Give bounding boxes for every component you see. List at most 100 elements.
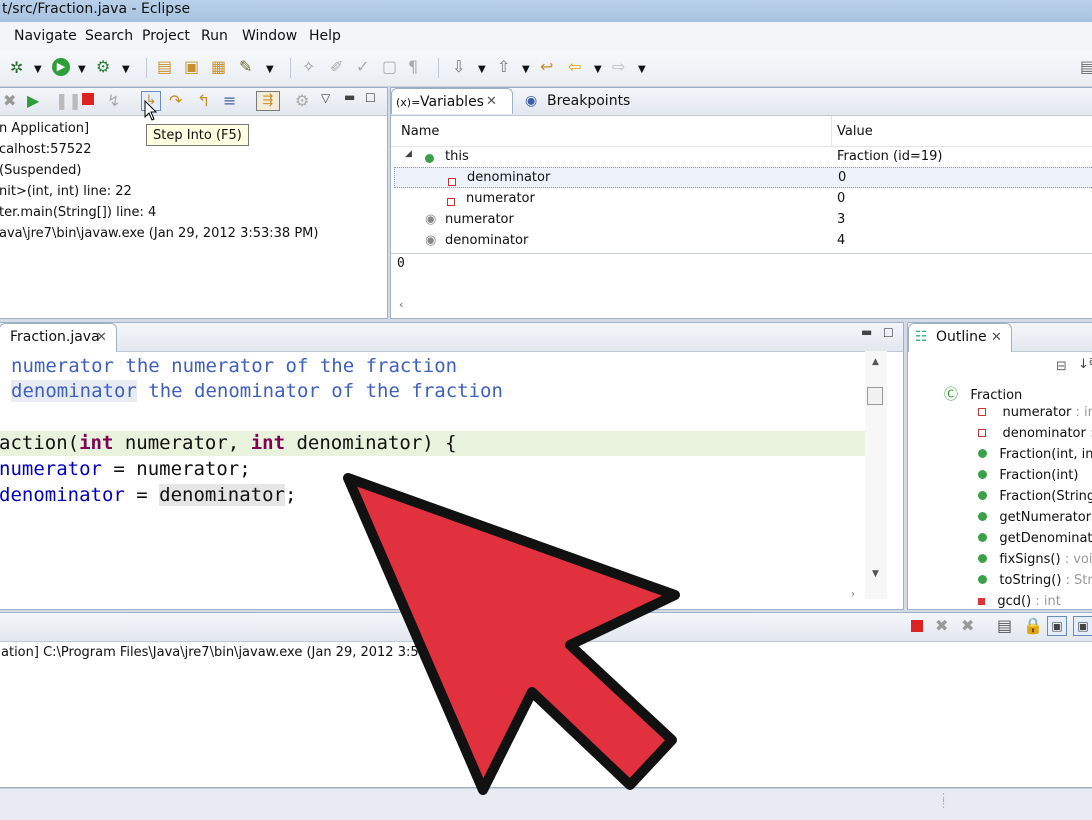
disconnect-icon[interactable]: ↯ bbox=[107, 93, 120, 109]
debug-tree-item[interactable]: n Application] bbox=[0, 121, 89, 136]
table-row[interactable]: denominator 0 bbox=[394, 167, 1092, 188]
remove-all-icon[interactable]: ✖ bbox=[961, 618, 974, 634]
list-item[interactable]: numerator : in bbox=[978, 405, 1092, 420]
list-item[interactable]: Fraction(String bbox=[978, 489, 1092, 504]
pen-icon[interactable]: ✐ bbox=[330, 59, 343, 75]
block-icon[interactable]: ▢ bbox=[382, 59, 397, 75]
collapse-all-icon[interactable]: ⊟ bbox=[1056, 359, 1067, 374]
list-item[interactable]: Ⓒ Fraction bbox=[944, 384, 1022, 404]
debug-tree-item[interactable]: ava\jre7\bin\javaw.exe (Jan 29, 2012 3:5… bbox=[0, 226, 318, 241]
close-icon[interactable]: ✕ bbox=[96, 330, 107, 345]
table-row[interactable]: ◢ this Fraction (id=19) bbox=[391, 146, 1091, 167]
chevron-down-icon[interactable]: ▼ bbox=[266, 62, 274, 78]
terminate-icon[interactable] bbox=[911, 620, 923, 632]
list-item[interactable]: fixSigns() : voic bbox=[978, 552, 1092, 567]
next-annotation-icon[interactable]: ⇩ bbox=[452, 59, 465, 75]
detail-pane[interactable]: 0 bbox=[397, 256, 405, 271]
scroll-down-icon[interactable]: ▼ bbox=[872, 569, 879, 579]
tab-breakpoints[interactable]: ◉ Breakpoints bbox=[519, 88, 630, 114]
table-row[interactable]: ◉ denominator 4 bbox=[391, 230, 1091, 251]
chevron-down-icon[interactable]: ▽ bbox=[321, 91, 330, 105]
scrollbar-thumb[interactable] bbox=[867, 387, 883, 405]
maximize-icon[interactable]: ☐ bbox=[365, 91, 376, 105]
remove-launch-icon[interactable]: ✖ bbox=[935, 618, 948, 634]
chevron-down-icon[interactable]: ▼ bbox=[638, 62, 646, 78]
debug-tree-item[interactable]: (Suspended) bbox=[0, 163, 81, 178]
drop-to-frame-icon[interactable]: ≡ bbox=[223, 93, 236, 109]
menu-project[interactable]: Project bbox=[142, 28, 190, 44]
menu-help[interactable]: Help bbox=[309, 28, 341, 44]
paragraph-icon[interactable]: ¶ bbox=[408, 59, 418, 75]
tab-variables[interactable]: (x)= Variables ✕ bbox=[391, 88, 513, 114]
scroll-up-icon[interactable]: ▲ bbox=[872, 357, 879, 367]
new-project-icon[interactable]: ▤ bbox=[157, 59, 172, 75]
clear-console-icon[interactable]: ▤ bbox=[997, 618, 1012, 634]
code-line[interactable]: numerator the numerator of the fraction bbox=[11, 355, 457, 377]
step-filters-icon[interactable]: ⇶ bbox=[256, 91, 280, 111]
menu-window[interactable]: Window bbox=[242, 28, 297, 44]
chevron-down-icon[interactable]: ▼ bbox=[522, 62, 530, 78]
scroll-right-icon[interactable]: › bbox=[851, 589, 855, 600]
scroll-left-icon[interactable]: ‹ bbox=[399, 298, 403, 311]
list-item[interactable]: gcd() : int bbox=[978, 594, 1061, 609]
code-line[interactable]: denominator the denominator of the fract… bbox=[11, 380, 503, 402]
list-item[interactable]: denominator : bbox=[978, 426, 1092, 441]
pin-console-icon[interactable]: ▣ bbox=[1047, 616, 1067, 636]
code-line[interactable]: numerator = numerator; bbox=[0, 458, 251, 480]
menu-search[interactable]: Search bbox=[85, 28, 133, 44]
debug-tree-item[interactable]: nit>(int, int) line: 22 bbox=[0, 184, 132, 199]
close-icon[interactable]: ✕ bbox=[991, 330, 1002, 345]
maximize-icon[interactable]: ☐ bbox=[883, 326, 894, 340]
chevron-down-icon[interactable]: ▼ bbox=[122, 62, 130, 78]
code-line[interactable]: denominator = denominator; bbox=[0, 484, 296, 506]
list-item[interactable]: Fraction(int, in bbox=[978, 447, 1092, 462]
back-icon[interactable]: ⇦ bbox=[568, 59, 581, 75]
suspend-icon[interactable]: ❚❚ bbox=[55, 93, 82, 109]
menu-run[interactable]: Run bbox=[201, 28, 228, 44]
table-row[interactable]: ◉ numerator 3 bbox=[391, 209, 1091, 230]
debug-icon[interactable]: ✲ bbox=[10, 60, 23, 76]
sort-icon[interactable]: ↓ª bbox=[1078, 357, 1092, 372]
resume-icon[interactable]: ▶ bbox=[27, 93, 39, 109]
expand-icon[interactable]: ◢ bbox=[405, 149, 412, 159]
tab-outline[interactable]: ☷ Outline ✕ bbox=[908, 323, 1012, 352]
tab-fraction-java[interactable]: Fraction.java ✕ bbox=[0, 323, 117, 352]
run-icon[interactable]: ▶ bbox=[52, 58, 70, 76]
minimize-icon[interactable]: ▬ bbox=[344, 90, 355, 104]
list-item[interactable]: getDenominat bbox=[978, 531, 1092, 546]
external-tools-icon[interactable]: ⚙ bbox=[96, 59, 110, 75]
step-return-icon[interactable]: ↰ bbox=[197, 93, 210, 109]
list-item[interactable]: getNumerator bbox=[978, 510, 1091, 525]
debug-tree-item[interactable]: calhost:57522 bbox=[0, 142, 92, 157]
chevron-down-icon[interactable]: ▼ bbox=[594, 62, 602, 78]
list-item[interactable]: Fraction(int) bbox=[978, 468, 1078, 483]
chevron-down-icon[interactable]: ▼ bbox=[478, 62, 486, 78]
perspective-icon[interactable]: ▤ bbox=[1080, 59, 1092, 75]
step-over-icon[interactable]: ↷ bbox=[169, 93, 182, 109]
close-icon[interactable]: ✕ bbox=[486, 94, 497, 109]
minimize-icon[interactable]: ▬ bbox=[861, 325, 872, 339]
prev-annotation-icon[interactable]: ⇧ bbox=[497, 59, 510, 75]
open-folder-icon[interactable]: ▦ bbox=[211, 59, 226, 75]
forward-icon[interactable]: ⇨ bbox=[612, 59, 625, 75]
column-name[interactable]: Name bbox=[401, 124, 439, 139]
open-type-icon[interactable]: ▣ bbox=[184, 59, 199, 75]
terminate-icon[interactable] bbox=[82, 93, 94, 105]
code-line[interactable]: action(int numerator, int denominator) { bbox=[0, 432, 457, 454]
view-menu-icon[interactable]: ⚙ bbox=[295, 93, 309, 109]
remove-launches-icon[interactable]: ✖ bbox=[3, 93, 16, 109]
table-row[interactable]: numerator 0 bbox=[391, 188, 1091, 209]
display-console-icon[interactable]: ▣ bbox=[1073, 616, 1092, 636]
annotation-icon[interactable]: ✧ bbox=[302, 59, 315, 75]
last-edit-icon[interactable]: ↩ bbox=[540, 59, 553, 75]
scroll-lock-icon[interactable]: 🔒 bbox=[1023, 618, 1043, 634]
list-item[interactable]: toString() : Stri bbox=[978, 573, 1092, 588]
menu-navigate[interactable]: Navigate bbox=[14, 28, 77, 44]
search-tool-icon[interactable]: ✎ bbox=[239, 59, 252, 75]
chevron-down-icon[interactable]: ▼ bbox=[78, 62, 86, 78]
variables-header: Name Value bbox=[391, 116, 1092, 147]
debug-tree-item[interactable]: ter.main(String[]) line: 4 bbox=[0, 205, 156, 220]
mark-icon[interactable]: ✓ bbox=[356, 59, 369, 75]
column-value[interactable]: Value bbox=[837, 124, 873, 139]
chevron-down-icon[interactable]: ▼ bbox=[34, 62, 42, 78]
